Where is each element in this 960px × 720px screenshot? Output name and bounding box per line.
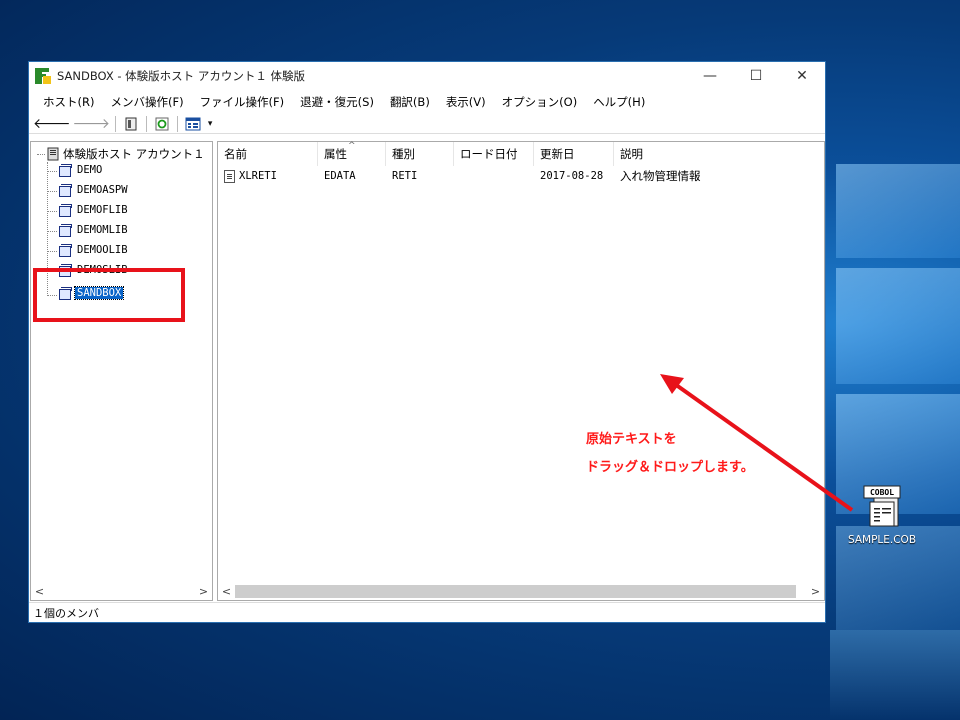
drag-arrow <box>660 374 854 512</box>
annotation-line-1: 原始テキストを <box>586 432 677 447</box>
cobol-file-icon: COBOL <box>860 484 904 528</box>
cobol-badge-text: COBOL <box>870 488 894 497</box>
annotation-line-2: ドラッグ＆ドロップします。 <box>586 460 754 475</box>
desktop-file-label: SAMPLE.COB <box>847 534 917 546</box>
desktop-file-sample-cob[interactable]: COBOL SAMPLE.COB <box>838 484 926 546</box>
